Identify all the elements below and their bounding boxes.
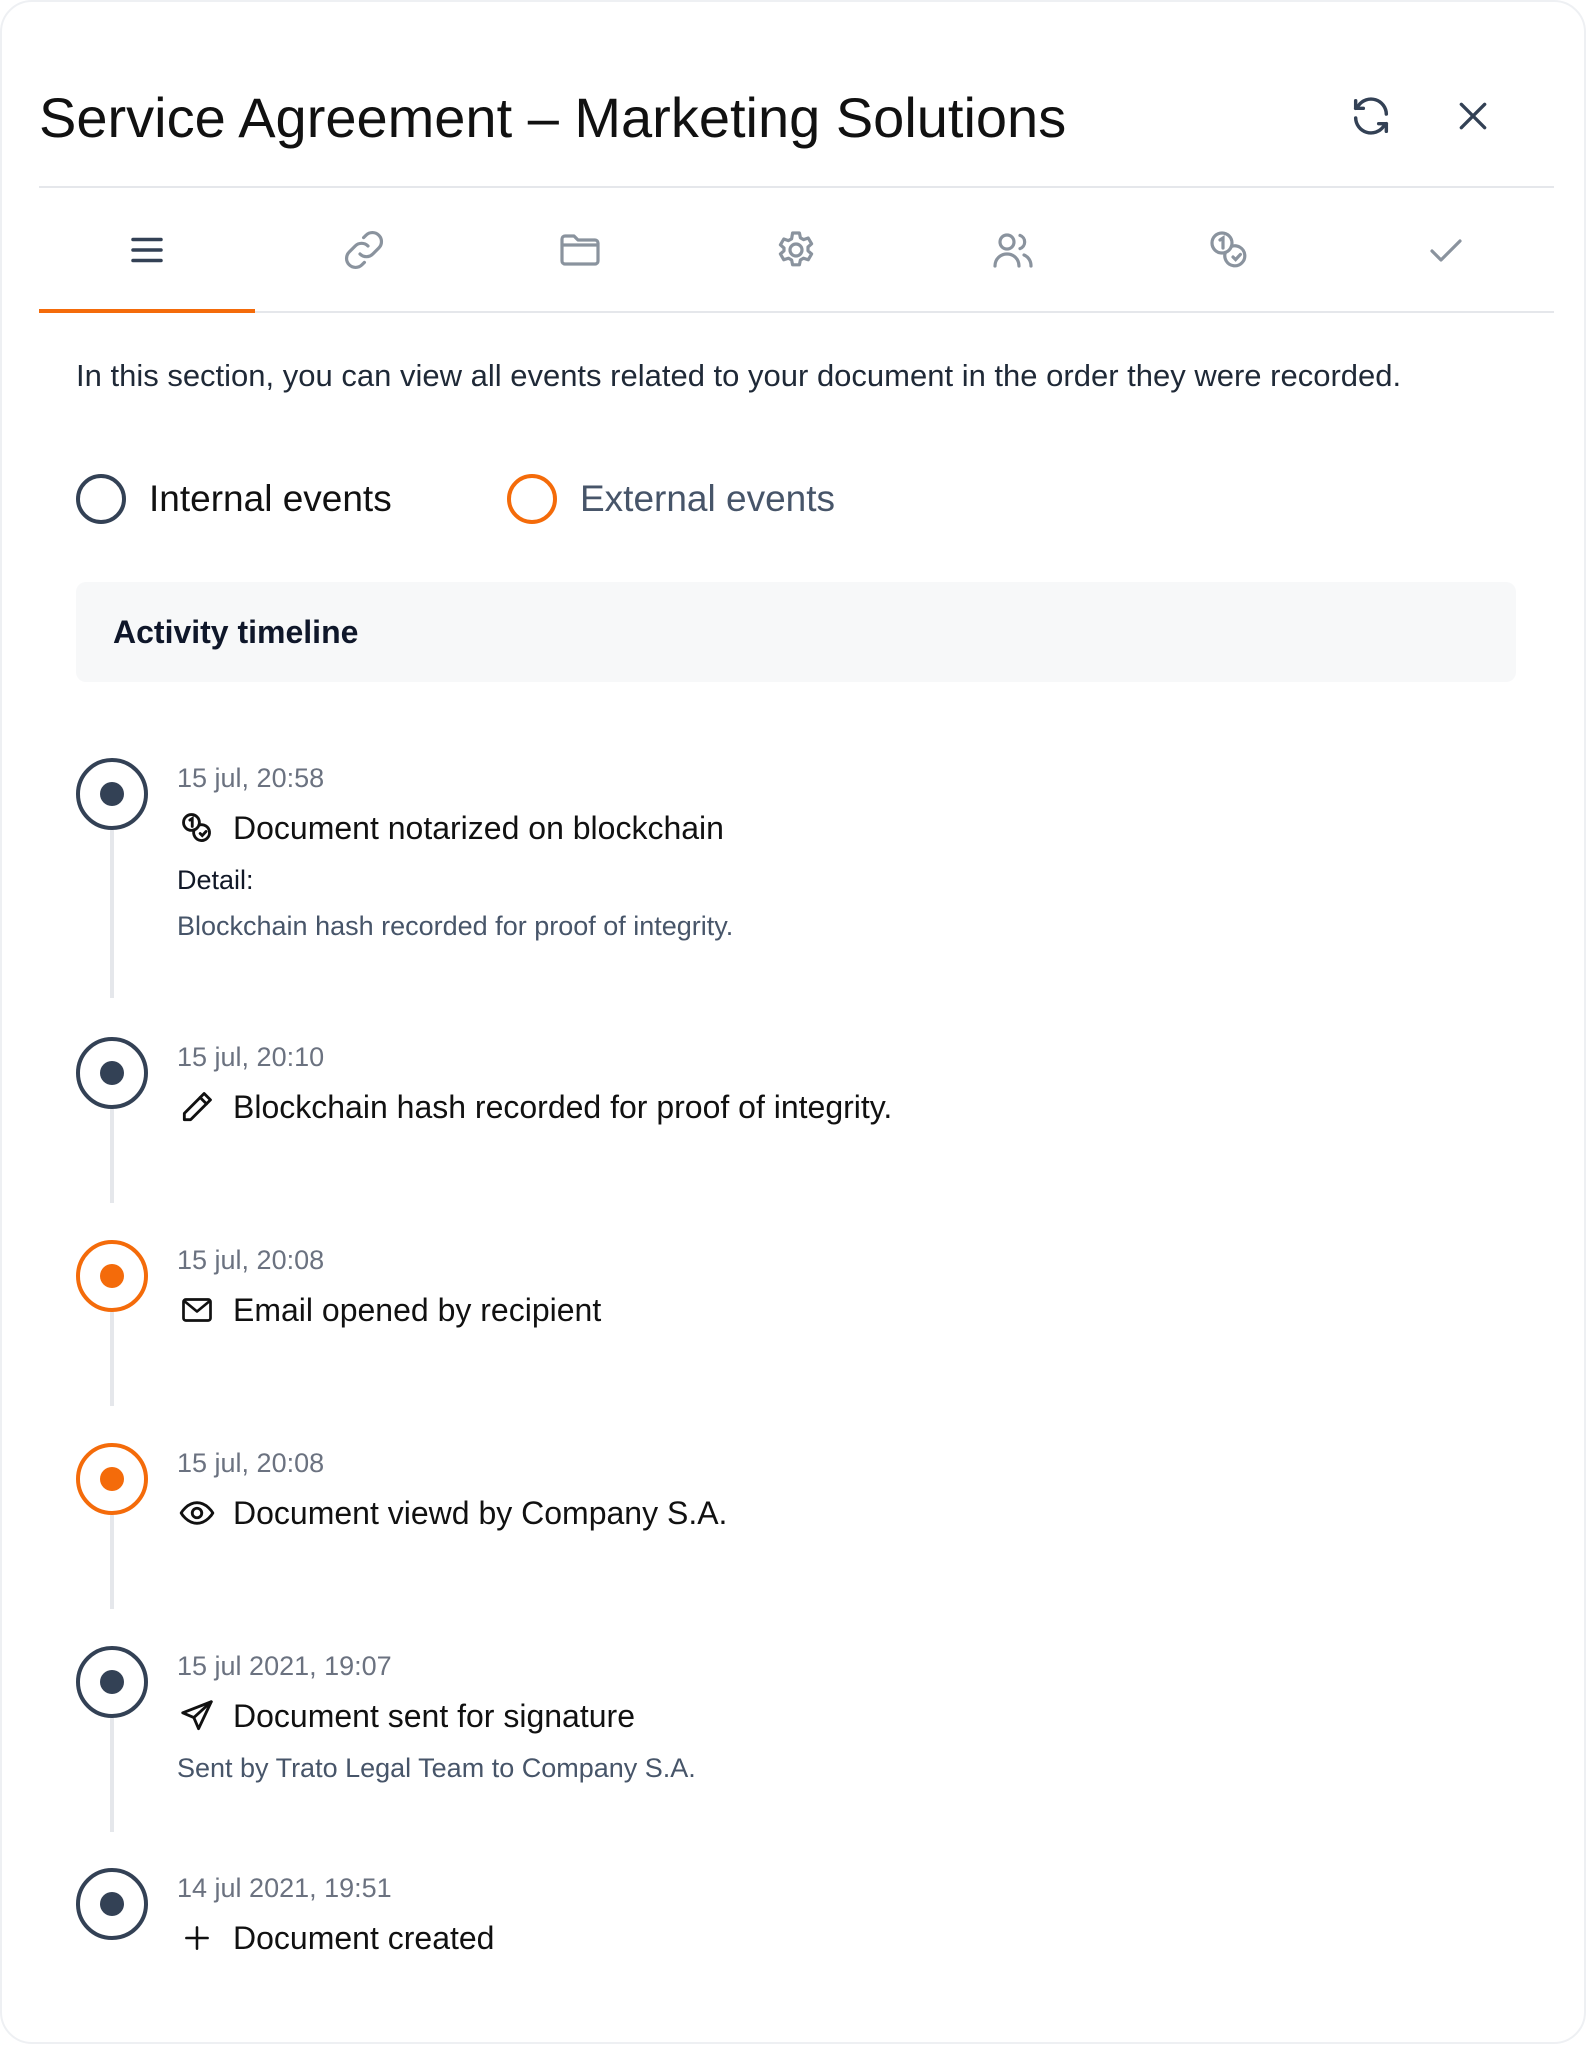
page-title: Service Agreement – Marketing Solutions [39, 86, 1067, 149]
gear-icon [772, 226, 820, 274]
list-icon [126, 229, 168, 271]
tab-bar [39, 188, 1554, 313]
timeline-connector [110, 1718, 114, 1832]
pencil-icon [177, 1087, 217, 1127]
activity-timeline-header: Activity timeline [76, 582, 1516, 682]
check-icon [1422, 226, 1470, 274]
tab-settings[interactable] [688, 188, 904, 311]
external-events-label: External events [580, 478, 836, 519]
timeline-connector [110, 1109, 114, 1203]
eye-icon [177, 1493, 217, 1533]
timeline-connector [110, 1312, 114, 1406]
event-time: 15 jul, 20:08 [177, 1245, 325, 1275]
tab-files[interactable] [472, 188, 688, 311]
activity-timeline-title: Activity timeline [113, 614, 359, 650]
event-title-row: Email opened by recipient [177, 1285, 601, 1335]
event-detail-text: Blockchain hash recorded for proof of in… [177, 911, 734, 941]
external-event-marker [76, 1443, 148, 1515]
event-detail-text: Sent by Trato Legal Team to Company S.A. [177, 1753, 696, 1783]
tab-blockchain[interactable] [1121, 188, 1337, 311]
event-time: 14 jul 2021, 19:51 [177, 1873, 392, 1903]
internal-events-radio[interactable] [76, 474, 126, 524]
tab-signatures[interactable] [1338, 188, 1554, 311]
event-time: 15 jul 2021, 19:07 [177, 1651, 392, 1681]
event-title: Document notarized on blockchain [233, 810, 724, 846]
event-time: 15 jul, 20:58 [177, 763, 325, 793]
event-title: Email opened by recipient [233, 1292, 602, 1328]
mail-icon [177, 1290, 217, 1330]
folder-icon [556, 226, 604, 274]
tab-activity[interactable] [39, 188, 256, 313]
blockchain-icon [1205, 226, 1253, 274]
plus-icon [177, 1918, 217, 1958]
event-time: 15 jul, 20:08 [177, 1448, 325, 1478]
external-event-marker [76, 1240, 148, 1312]
tab-links[interactable] [255, 188, 471, 311]
filter-external-events[interactable]: External events [507, 470, 835, 528]
event-time: 15 jul, 20:10 [177, 1042, 325, 1072]
internal-event-marker [76, 1646, 148, 1718]
send-icon [177, 1696, 217, 1736]
event-title-row: Blockchain hash recorded for proof of in… [177, 1082, 892, 1132]
event-title-row: Document notarized on blockchain [177, 803, 724, 853]
event-detail-label: Detail: [177, 865, 254, 895]
close-button[interactable] [1445, 88, 1501, 144]
close-icon [1453, 96, 1493, 136]
event-title: Document created [233, 1920, 495, 1956]
section-description: In this section, you can view all events… [76, 358, 1402, 393]
link-icon [340, 226, 388, 274]
timeline-connector [110, 1515, 114, 1609]
event-title: Document viewd by Company S.A. [233, 1495, 728, 1531]
refresh-button[interactable] [1343, 88, 1399, 144]
timeline-connector [110, 830, 114, 998]
internal-event-marker [76, 1037, 148, 1109]
event-title-row: Document created [177, 1913, 494, 1963]
document-panel: Service Agreement – Marketing Solutions [0, 0, 1586, 2044]
event-title-row: Document sent for signature [177, 1691, 635, 1741]
users-icon [989, 226, 1037, 274]
external-events-radio[interactable] [507, 474, 557, 524]
event-title: Blockchain hash recorded for proof of in… [233, 1089, 893, 1125]
internal-event-marker [76, 758, 148, 830]
filter-internal-events[interactable]: Internal events [76, 470, 392, 528]
event-title: Document sent for signature [233, 1698, 635, 1734]
event-title-row: Document viewd by Company S.A. [177, 1488, 727, 1538]
blockchain-icon [177, 808, 217, 848]
internal-events-label: Internal events [149, 478, 392, 519]
refresh-icon [1348, 93, 1394, 139]
tab-participants[interactable] [905, 188, 1121, 311]
internal-event-marker [76, 1868, 148, 1940]
